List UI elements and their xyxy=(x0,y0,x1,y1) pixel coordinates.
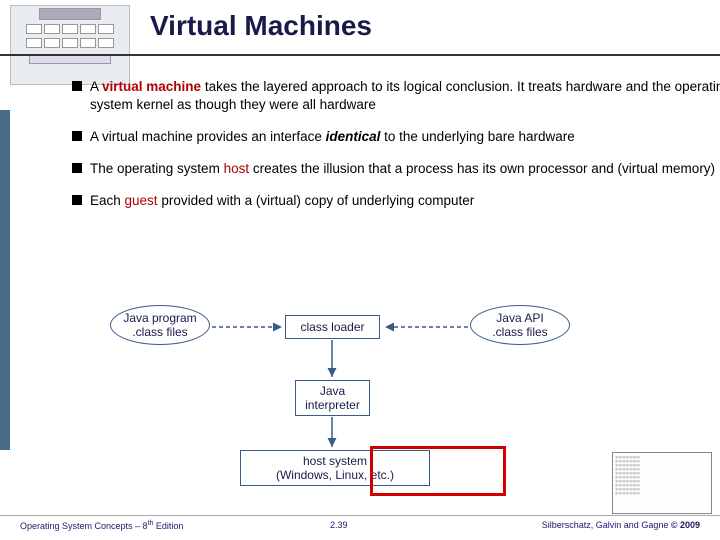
footer-center: 2.39 xyxy=(330,520,348,530)
bullet-item: Each guest provided with a (virtual) cop… xyxy=(72,192,720,210)
java-api-node: Java API .class files xyxy=(470,305,570,345)
slide-thumbnail xyxy=(10,5,130,85)
bullet-item: The operating system host creates the il… xyxy=(72,160,720,178)
class-loader-node: class loader xyxy=(285,315,380,339)
bullet-item: A virtual machine takes the layered appr… xyxy=(72,78,720,114)
bullet-item: A virtual machine provides an interface … xyxy=(72,128,720,146)
sidebar-accent xyxy=(0,110,10,450)
footer-right: Silberschatz, Galvin and Gagne © 2009 xyxy=(542,520,700,530)
bullet-text: The operating system xyxy=(90,161,224,176)
bullet-list: A virtual machine takes the layered appr… xyxy=(32,78,720,225)
footer-left: Operating System Concepts – 8th Edition xyxy=(20,520,183,531)
footer-text: Edition xyxy=(153,521,183,531)
jvm-diagram: Java program .class files class loader J… xyxy=(110,300,590,495)
bullet-text: A virtual machine provides an interface xyxy=(90,129,326,144)
italic-word: identical xyxy=(326,129,381,144)
java-interpreter-node: Java interpreter xyxy=(295,380,370,416)
bullet-text: provided with a (virtual) copy of underl… xyxy=(158,193,475,208)
footer-text: Silberschatz, Galvin and Gagne xyxy=(542,520,671,530)
footer-text: Operating System Concepts – 8 xyxy=(20,521,148,531)
bullet-text: to the underlying bare hardware xyxy=(380,129,574,144)
keyword: virtual machine xyxy=(102,79,201,94)
slide-title: Virtual Machines xyxy=(150,10,372,42)
bullet-text: A xyxy=(90,79,102,94)
bullet-text: creates the illusion that a process has … xyxy=(249,161,715,176)
java-program-node: Java program .class files xyxy=(110,305,210,345)
task-manager-thumbnail: ||||||||||||||||||||||||||||||||||||||||… xyxy=(612,452,712,514)
footer-text: © 2009 xyxy=(671,520,700,530)
keyword: host xyxy=(224,161,250,176)
keyword: guest xyxy=(125,193,158,208)
title-rule xyxy=(0,54,720,56)
highlight-box xyxy=(370,446,506,496)
slide-footer: Operating System Concepts – 8th Edition … xyxy=(0,515,720,536)
bullet-text: Each xyxy=(90,193,125,208)
